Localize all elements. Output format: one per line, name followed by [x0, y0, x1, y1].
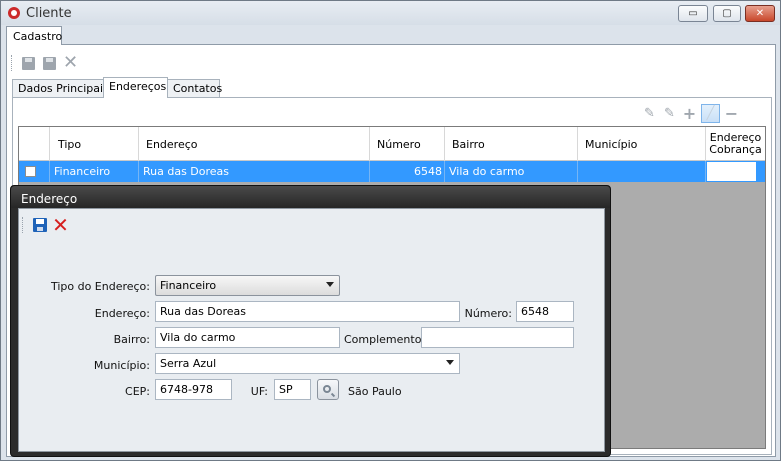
toolbar-grip [11, 55, 14, 71]
uf-search-button[interactable] [317, 379, 339, 400]
tab-cadastro[interactable]: Cadastro [6, 26, 62, 45]
cell-numero: 6548 [370, 161, 445, 182]
dialog-body: ✕ Tipo do Endereço: Financeiro Endereço:… [18, 208, 605, 452]
save-copy-icon [43, 56, 56, 70]
label-cep: CEP: [125, 385, 150, 398]
grid-header: Tipo Endereço Número Bairro Município En… [19, 127, 765, 161]
tipo-endereco-select[interactable]: Financeiro [155, 275, 340, 296]
header-select [19, 127, 50, 161]
grid-toolbar: ✎ ✎ + ╱ − [641, 103, 740, 123]
app-logo-icon [8, 7, 20, 19]
edit-button[interactable]: ✎ [641, 105, 658, 122]
bairro-field[interactable]: Vila do carmo [155, 327, 340, 348]
label-numero: Número: [464, 307, 512, 320]
save-button[interactable] [20, 55, 37, 72]
search-icon [323, 384, 331, 393]
chevron-down-icon [446, 360, 454, 365]
label-tipo-endereco: Tipo do Endereço: [50, 280, 150, 293]
row-select-cell[interactable] [19, 161, 50, 182]
cell-tipo: Financeiro [50, 161, 139, 182]
header-endereco[interactable]: Endereço [139, 127, 370, 161]
tipo-endereco-value: Financeiro [160, 279, 217, 292]
header-endereco-cobranca[interactable]: Endereço Cobrança [706, 127, 765, 161]
cell-endereco-cobranca[interactable] [707, 162, 756, 181]
edit-icon: ✎ [644, 105, 655, 121]
title-bar: Cliente ▭ ▢ ✕ [1, 1, 780, 25]
window-title: Cliente [26, 6, 72, 21]
chevron-down-icon [326, 282, 334, 287]
endereco-field[interactable]: Rua das Doreas [155, 301, 460, 322]
minimize-button[interactable]: ▭ [678, 5, 708, 22]
estado-name: São Paulo [348, 385, 402, 398]
dialog-title-bar: Endereço [11, 186, 610, 208]
cancel-icon: ✕ [52, 213, 69, 237]
header-bairro[interactable]: Bairro [445, 127, 578, 161]
save-icon [32, 218, 47, 232]
maximize-button[interactable]: ▢ [713, 5, 741, 22]
address-dialog: Endereço ✕ Tipo do Endereço: Financeiro … [10, 185, 611, 457]
save-copy-button[interactable] [41, 55, 58, 72]
row-checkbox[interactable] [25, 166, 36, 177]
dialog-title: Endereço [21, 192, 78, 206]
header-tipo[interactable]: Tipo [50, 127, 139, 161]
cep-field[interactable]: 6748-978 [155, 379, 232, 400]
cell-bairro: Vila do carmo [445, 161, 578, 182]
dialog-cancel-button[interactable]: ✕ [52, 213, 69, 237]
tab-contatos[interactable]: Contatos [167, 79, 222, 97]
pencil-active-icon: ╱ [706, 105, 715, 121]
close-button[interactable]: ✕ [745, 5, 775, 22]
label-endereco: Endereço: [94, 307, 150, 320]
tab-enderecos[interactable]: Endereços [103, 77, 168, 98]
cell-municipio [578, 161, 706, 182]
label-uf: UF: [250, 385, 268, 398]
delete-icon: ✕ [62, 52, 79, 73]
delete-button[interactable]: ✕ [62, 52, 79, 73]
label-municipio: Município: [93, 359, 150, 372]
toolbar-grip [22, 217, 25, 233]
pencil-active-button[interactable]: ╱ [701, 103, 720, 123]
add-icon: + [682, 103, 697, 123]
municipio-value: Serra Azul [160, 357, 217, 370]
dialog-save-button[interactable] [31, 217, 48, 234]
label-bairro: Bairro: [113, 333, 150, 346]
add-button[interactable]: + [681, 103, 698, 123]
cell-endereco: Rua das Doreas [139, 161, 370, 182]
save-icon [22, 56, 35, 70]
header-municipio[interactable]: Município [578, 127, 706, 161]
remove-icon: − [724, 103, 739, 123]
tab-dados-principais[interactable]: Dados Principais [12, 79, 109, 97]
header-numero[interactable]: Número [370, 127, 445, 161]
complemento-field[interactable] [421, 327, 574, 348]
dialog-toolbar: ✕ [22, 215, 69, 235]
edit-alt-button[interactable]: ✎ [661, 105, 678, 122]
main-toolbar: ✕ [11, 53, 79, 73]
numero-field[interactable]: 6548 [516, 301, 574, 322]
remove-button[interactable]: − [723, 103, 740, 123]
uf-field[interactable]: SP [274, 379, 311, 400]
municipio-select[interactable]: Serra Azul [155, 353, 460, 374]
label-complemento: Complemento: [344, 333, 426, 346]
edit-alt-icon: ✎ [664, 105, 675, 121]
table-row[interactable]: Financeiro Rua das Doreas 6548 Vila do c… [19, 161, 765, 182]
